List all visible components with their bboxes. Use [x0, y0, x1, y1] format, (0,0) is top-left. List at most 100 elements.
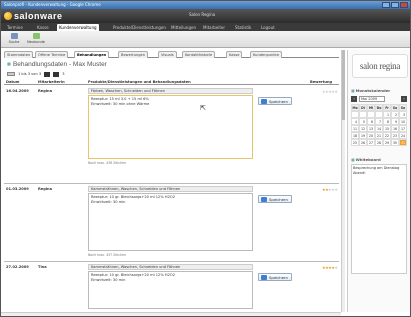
notes-textarea[interactable]: Rezeptur: 15 ml 3.0 + 15 ml 6% Einwirkze…: [88, 95, 253, 159]
calendar-day: [359, 111, 367, 118]
tab-behandlungen[interactable]: Behandlungen: [74, 51, 110, 58]
calendar-day[interactable]: 28: [375, 139, 383, 146]
notes-textarea[interactable]: Rezeptur: 10 gr. Bleichsorgs+20 ml 12% H…: [88, 271, 253, 309]
save-icon: [261, 99, 267, 104]
calendar-day[interactable]: 30: [391, 139, 399, 146]
calendar-day[interactable]: 21: [375, 132, 383, 139]
tab-stammdaten[interactable]: Stammdaten: [4, 51, 34, 58]
calendar-day[interactable]: 25: [351, 139, 359, 146]
minimize-button[interactable]: [382, 2, 390, 8]
calendar-day[interactable]: 26: [359, 139, 367, 146]
tab-bewertungen[interactable]: Bewertungen: [118, 51, 149, 58]
calendar-day[interactable]: 31: [399, 139, 407, 146]
tab-bar: Stammdaten Offene Termine Behandlungen B…: [4, 50, 339, 58]
save-button[interactable]: Speichern: [258, 273, 292, 281]
nav-item-mitteilungen[interactable]: Mitteilungen: [169, 24, 198, 31]
calendar-day[interactable]: 16: [391, 125, 399, 132]
mouse-cursor-icon: ⇱: [200, 104, 206, 112]
calendar-day: [367, 111, 375, 118]
calendar-day[interactable]: 13: [367, 125, 375, 132]
salon-brand-logo: salon regina: [352, 54, 408, 78]
tab-kasse[interactable]: Kasse: [226, 51, 243, 58]
tab-visuals[interactable]: Visuals: [158, 51, 177, 58]
calendar-weekday-header: So: [399, 104, 407, 111]
calendar-day[interactable]: 10: [399, 118, 407, 125]
bullet-icon: ■: [7, 61, 11, 68]
row-divider: [4, 261, 339, 262]
nav-item-logout[interactable]: Logout: [259, 24, 277, 31]
browser-window: Salonprofi - Kundenverwaltung - Google C…: [0, 0, 411, 317]
horizontal-scrollbar[interactable]: [1, 312, 341, 316]
calendar-day[interactable]: 9: [391, 118, 399, 125]
logo-icon: [4, 12, 12, 20]
maximize-button[interactable]: [391, 2, 399, 8]
page-size-toggle[interactable]: [44, 71, 51, 77]
next-page-button[interactable]: [53, 71, 60, 77]
calendar-day[interactable]: 18: [351, 132, 359, 139]
calendar-day[interactable]: 7: [375, 118, 383, 125]
calendar-day[interactable]: 15: [383, 125, 391, 132]
whiteboard-textarea[interactable]: Besprechung am Dienstag Abend!: [351, 164, 407, 274]
calendar-day[interactable]: 11: [351, 125, 359, 132]
entry-employee: Regina: [38, 187, 52, 191]
calendar-day[interactable]: 8: [383, 118, 391, 125]
rating-stars[interactable]: ★★★★★: [322, 187, 338, 192]
main-nav: Termine Kasse Kundenverwaltung Produkte/…: [1, 23, 410, 31]
rating-stars[interactable]: ★★★★★: [322, 89, 338, 94]
calendar-day[interactable]: 29: [383, 139, 391, 146]
nav-item-statistik[interactable]: Statistik: [233, 24, 253, 31]
calendar-day[interactable]: 12: [359, 125, 367, 132]
calendar-day[interactable]: 17: [399, 125, 407, 132]
calendar-day[interactable]: 20: [367, 132, 375, 139]
entry-services: Kammsträhnen, Waschen, Schneiden und Föh…: [88, 264, 253, 270]
add-user-icon: [32, 33, 40, 39]
nav-item-kasse[interactable]: Kasse: [35, 24, 51, 31]
calendar-day[interactable]: 2: [391, 111, 399, 118]
search-button[interactable]: Suche: [5, 33, 23, 46]
notes-textarea[interactable]: Rezeptur: 10 gr. Bleichsorgs+20 ml 12% H…: [88, 193, 253, 251]
calendar-day[interactable]: 24: [399, 132, 407, 139]
calendar-day[interactable]: 14: [375, 125, 383, 132]
new-customer-button[interactable]: Neukunde: [27, 33, 45, 46]
save-button[interactable]: Speichern: [258, 195, 292, 203]
nav-item-mitarbeiter[interactable]: Mitarbeiter: [201, 24, 227, 31]
table-row: 27.02.2009 Tina Kammsträhnen, Waschen, S…: [4, 263, 339, 310]
app-header: salonware Salon Regina: [1, 9, 410, 23]
calendar-nav: ‹ Mai 2009 ›: [351, 96, 407, 102]
calendar-day[interactable]: 27: [367, 139, 375, 146]
tab-kontakthistorie[interactable]: Kontakthistorie: [182, 51, 216, 58]
nav-item-produkte[interactable]: Produkte/Dienstleistungen: [111, 24, 168, 31]
prev-page-button[interactable]: [7, 72, 15, 76]
table-row: 16.04.2009 Regina Färben, Waschen, Schne…: [4, 87, 339, 175]
sidebar: salon regina ■Monatskalender ‹ Mai 2009 …: [347, 50, 410, 312]
calendar-day[interactable]: 6: [367, 118, 375, 125]
scrollbar-thumb[interactable]: [342, 50, 345, 120]
chevron-right-icon[interactable]: ›: [401, 96, 407, 102]
calendar-day[interactable]: 3: [399, 111, 407, 118]
rating-stars[interactable]: ★★★★★: [322, 265, 338, 270]
calendar-day[interactable]: 4: [351, 118, 359, 125]
calendar-day[interactable]: 5: [359, 118, 367, 125]
month-select[interactable]: Mai 2009: [359, 96, 385, 102]
chevron-left-icon[interactable]: ‹: [351, 96, 357, 102]
tab-kundenpunkte[interactable]: Kundenpunkte: [250, 51, 283, 58]
nav-item-termine[interactable]: Termine: [5, 24, 25, 31]
close-button[interactable]: [400, 2, 408, 8]
calendar-grid: Mo Di Mi Do Fr Sa So 1 2 3 4 5 6 7 8 9 10 11 12 13 14 15 16 17 1…: [351, 104, 407, 146]
vertical-scrollbar[interactable]: [341, 50, 345, 312]
save-button[interactable]: Speichern: [258, 97, 292, 105]
calendar-weekday-header: Di: [359, 104, 367, 111]
pagination: 1 bis 3 von 3 3: [7, 71, 64, 77]
save-icon: [261, 197, 267, 202]
calendar-day[interactable]: 22: [383, 132, 391, 139]
pager-range: 1 bis 3 von 3: [18, 72, 42, 76]
entry-date: 01.03.2009: [6, 187, 29, 191]
calendar-day[interactable]: 19: [359, 132, 367, 139]
calendar-weekday-header: Mo: [351, 104, 359, 111]
page-size-value: 3: [62, 72, 65, 76]
calendar-day[interactable]: 23: [391, 132, 399, 139]
nav-item-kundenverwaltung[interactable]: Kundenverwaltung: [57, 24, 99, 31]
tab-offene-termine[interactable]: Offene Termine: [35, 51, 69, 58]
calendar-day[interactable]: 1: [383, 111, 391, 118]
page-title: ■ Behandlungsdaten - Max Muster: [7, 61, 107, 68]
